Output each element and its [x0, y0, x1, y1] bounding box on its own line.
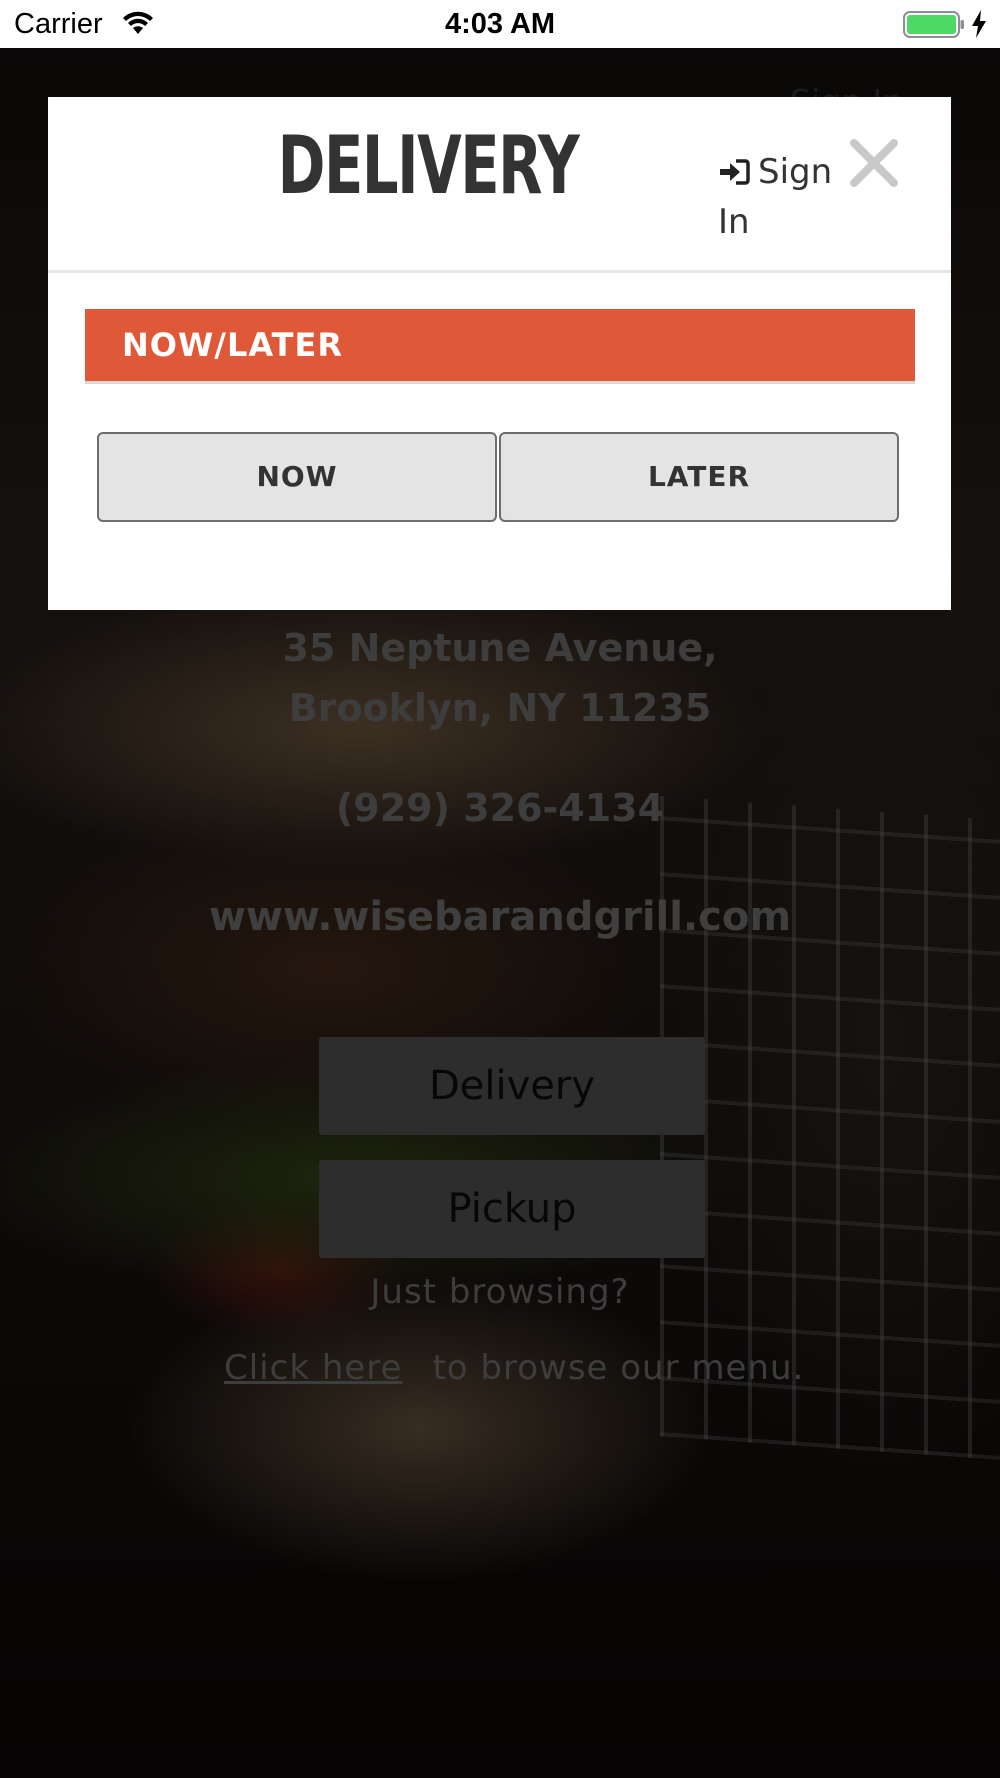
sign-in-icon [720, 159, 750, 185]
battery-icon [903, 11, 964, 38]
now-button[interactable]: NOW [97, 432, 497, 522]
clock: 4:03 AM [444, 8, 556, 40]
section-label: NOW/LATER [122, 326, 343, 364]
modal-sign-in-link[interactable]: Sign In [718, 147, 838, 247]
close-icon[interactable] [848, 137, 900, 189]
order-type-modal: DELIVERY Sign In NOW/LATER NOW LATER [48, 97, 951, 610]
later-button[interactable]: LATER [499, 432, 899, 522]
modal-header: DELIVERY Sign In [48, 97, 951, 273]
status-bar: Carrier 4:03 AM [0, 0, 1000, 48]
modal-title: DELIVERY [277, 119, 580, 212]
now-later-section-header: NOW/LATER [85, 309, 915, 384]
charging-bolt-icon [972, 10, 986, 38]
